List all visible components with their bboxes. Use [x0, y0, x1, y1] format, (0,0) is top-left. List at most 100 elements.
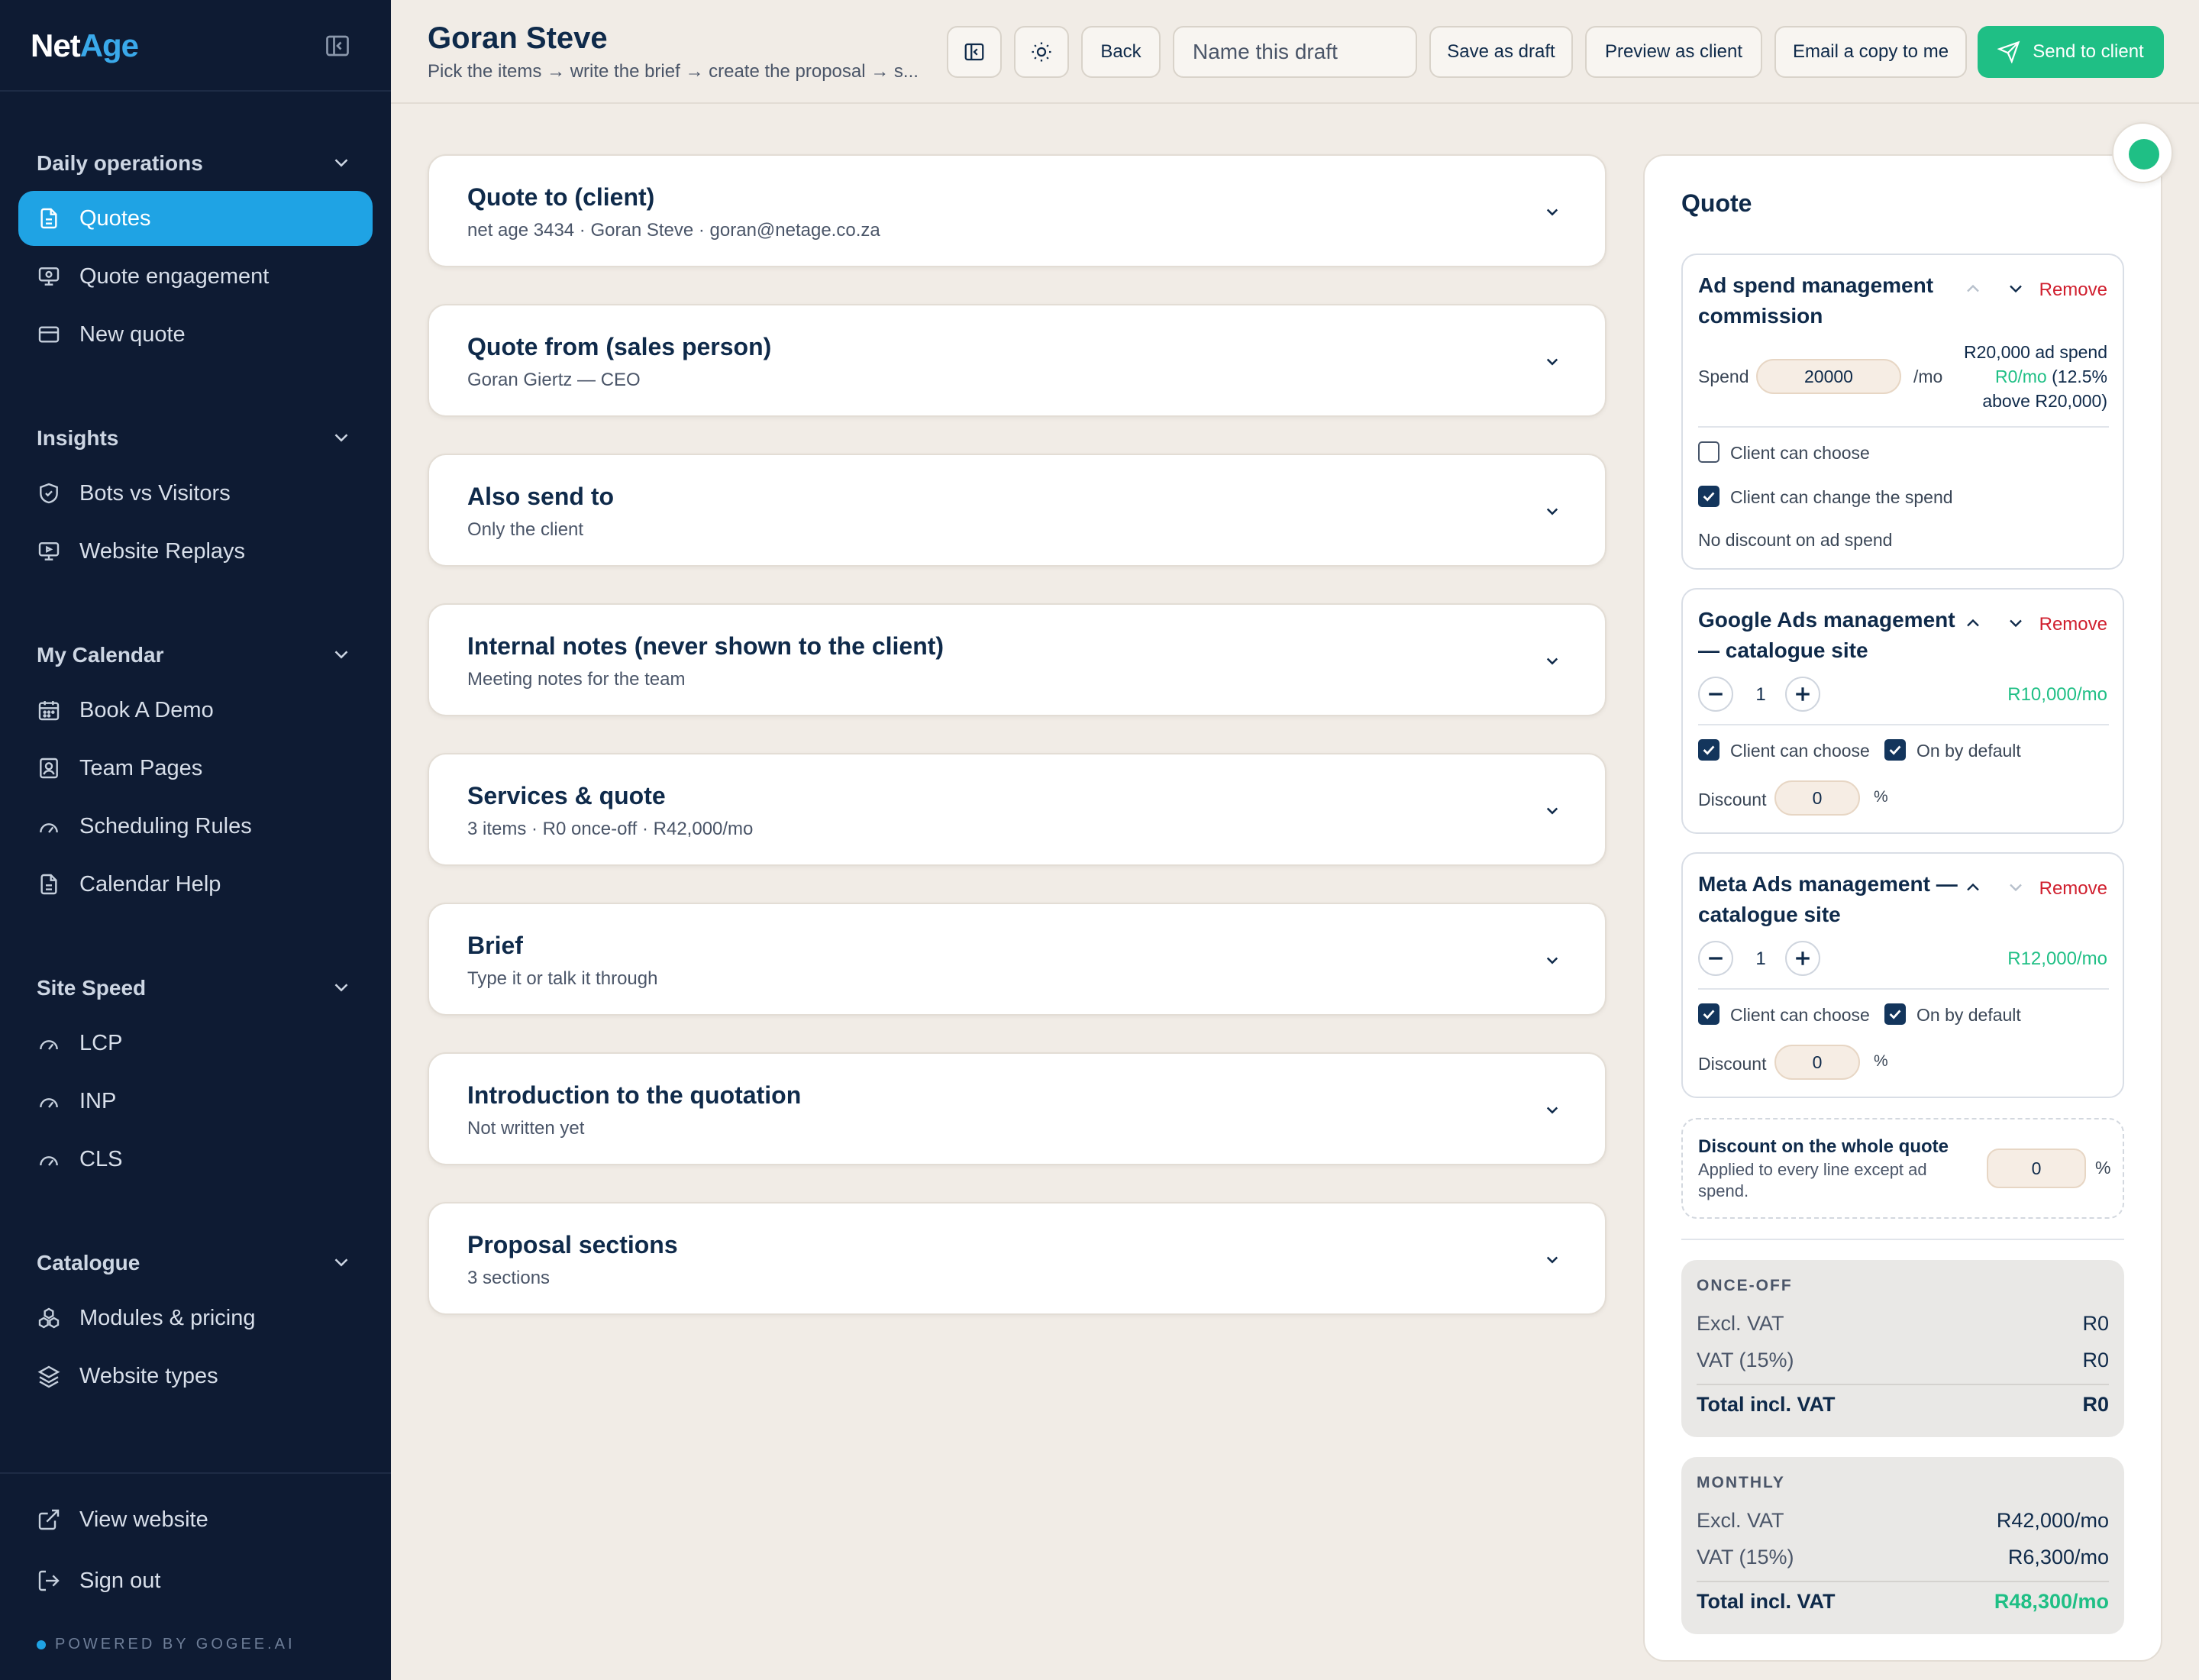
- theme-toggle-button[interactable]: [1014, 26, 1069, 78]
- sidebar-item-inp[interactable]: INP: [18, 1074, 373, 1129]
- group-title-catalogue[interactable]: Catalogue: [37, 1251, 140, 1275]
- increase-quantity-button[interactable]: [1785, 941, 1820, 976]
- chevron-down-icon[interactable]: [1541, 350, 1564, 373]
- client-can-choose-checkbox[interactable]: [1698, 441, 1719, 463]
- sidebar-item-website-types[interactable]: Website types: [18, 1349, 373, 1404]
- status-indicator[interactable]: [2112, 122, 2173, 183]
- chevron-up-icon[interactable]: [1962, 877, 1984, 898]
- logo-text-net: Net: [31, 27, 81, 63]
- chevron-up-icon[interactable]: [1962, 612, 1984, 634]
- sidebar-item-bots-vs-visitors[interactable]: Bots vs Visitors: [18, 466, 373, 521]
- sidebar-item-sign-out[interactable]: Sign out: [18, 1553, 373, 1608]
- whole-discount-title: Discount on the whole quote: [1698, 1136, 1949, 1157]
- chevron-down-icon[interactable]: [330, 151, 353, 174]
- commission-value: R0/mo: [1994, 367, 2047, 386]
- send-button-label: Send to client: [2033, 41, 2144, 62]
- remove-item-button[interactable]: Remove: [2039, 614, 2107, 635]
- card-quote-from[interactable]: Quote from (sales person) Goran Giertz —…: [428, 304, 1606, 417]
- chevron-up-icon[interactable]: [1962, 278, 1984, 299]
- chevron-down-icon[interactable]: [1541, 1098, 1564, 1121]
- send-to-client-button[interactable]: Send to client: [1978, 26, 2164, 78]
- sidebar-item-cls[interactable]: CLS: [18, 1132, 373, 1187]
- preview-as-client-button[interactable]: Preview as client: [1585, 26, 1762, 78]
- chevron-down-icon[interactable]: [330, 643, 353, 666]
- remove-item-button[interactable]: Remove: [2039, 279, 2107, 301]
- excl-vat-row: Excl. VAT R0: [1697, 1312, 2109, 1336]
- card-also-send-to[interactable]: Also send to Only the client: [428, 454, 1606, 567]
- sidebar-item-book-a-demo[interactable]: Book A Demo: [18, 683, 373, 738]
- draft-name-input[interactable]: [1173, 26, 1417, 78]
- card-quote-to[interactable]: Quote to (client) net age 3434 · Goran S…: [428, 154, 1606, 267]
- row-value: R0: [2082, 1312, 2109, 1335]
- card-brief[interactable]: Brief Type it or talk it through: [428, 903, 1606, 1016]
- vat-row: VAT (15%) R6,300/mo: [1697, 1546, 2109, 1569]
- sidebar-item-scheduling-rules[interactable]: Scheduling Rules: [18, 799, 373, 854]
- decrease-quantity-button[interactable]: [1698, 941, 1733, 976]
- sidebar-item-team-pages[interactable]: Team Pages: [18, 741, 373, 796]
- item-title: Google Ads management — catalogue site: [1698, 608, 1955, 662]
- card-internal-notes[interactable]: Internal notes (never shown to the clien…: [428, 603, 1606, 716]
- sidebar-item-modules-pricing[interactable]: Modules & pricing: [18, 1291, 373, 1346]
- checkbox-label: On by default: [1916, 741, 2021, 761]
- chevron-down-icon[interactable]: [2005, 612, 2026, 634]
- back-button[interactable]: Back: [1081, 26, 1161, 78]
- totals-heading: MONTHLY: [1697, 1474, 1785, 1491]
- sidebar-item-calendar-help[interactable]: Calendar Help: [18, 857, 373, 912]
- spend-input[interactable]: [1756, 359, 1901, 394]
- discount-label: Discount: [1698, 790, 1767, 809]
- group-title-site-speed[interactable]: Site Speed: [37, 976, 146, 1000]
- chevron-down-icon[interactable]: [330, 976, 353, 999]
- status-dot-icon: [37, 1640, 46, 1649]
- chevron-down-icon[interactable]: [2005, 877, 2026, 898]
- sidebar-item-lcp[interactable]: LCP: [18, 1016, 373, 1071]
- discount-input[interactable]: [1774, 780, 1860, 816]
- sidebar-item-new-quote[interactable]: New quote: [18, 307, 373, 362]
- increase-quantity-button[interactable]: [1785, 677, 1820, 712]
- client-can-change-spend-checkbox[interactable]: [1698, 486, 1719, 507]
- remove-item-button[interactable]: Remove: [2039, 878, 2107, 900]
- per-month-label: /mo: [1913, 367, 1943, 386]
- chevron-down-icon[interactable]: [1541, 948, 1564, 971]
- card-icon: [38, 326, 60, 343]
- discount-input[interactable]: [1774, 1045, 1860, 1080]
- chevron-down-icon[interactable]: [1541, 200, 1564, 223]
- sidebar-item-website-replays[interactable]: Website Replays: [18, 524, 373, 579]
- status-dot-icon: [2129, 139, 2159, 170]
- group-title-daily-operations[interactable]: Daily operations: [37, 151, 203, 176]
- collapse-sidebar-icon[interactable]: [324, 32, 351, 60]
- row-value: R6,300/mo: [2007, 1546, 2109, 1569]
- on-by-default-checkbox[interactable]: [1884, 739, 1906, 761]
- chevron-down-icon[interactable]: [1541, 799, 1564, 822]
- logo[interactable]: NetAge: [31, 27, 139, 64]
- chevron-down-icon[interactable]: [2005, 278, 2026, 299]
- save-draft-button[interactable]: Save as draft: [1429, 26, 1573, 78]
- quantity-value: 1: [1755, 948, 1766, 969]
- card-introduction[interactable]: Introduction to the quotation Not writte…: [428, 1052, 1606, 1165]
- email-copy-button[interactable]: Email a copy to me: [1774, 26, 1967, 78]
- sidebar-header: NetAge: [0, 0, 391, 92]
- item-price: R12,000/mo: [2007, 948, 2107, 969]
- sidebar-item-quote-engagement[interactable]: Quote engagement: [18, 249, 373, 304]
- client-can-choose-checkbox[interactable]: [1698, 739, 1719, 761]
- sidebar-item-label: New quote: [79, 321, 186, 347]
- presentation-icon: [38, 267, 60, 286]
- on-by-default-checkbox[interactable]: [1884, 1003, 1906, 1025]
- sidebar-item-quotes[interactable]: Quotes: [18, 191, 373, 246]
- chevron-down-icon[interactable]: [1541, 499, 1564, 522]
- whole-discount-input[interactable]: [1987, 1149, 2086, 1188]
- group-title-insights[interactable]: Insights: [37, 426, 118, 451]
- chevron-down-icon[interactable]: [1541, 649, 1564, 672]
- chevron-down-icon[interactable]: [330, 426, 353, 449]
- chevron-down-icon[interactable]: [1541, 1248, 1564, 1271]
- client-can-choose-checkbox[interactable]: [1698, 1003, 1719, 1025]
- card-proposal-sections[interactable]: Proposal sections 3 sections: [428, 1202, 1606, 1315]
- divider: [1697, 1581, 2109, 1582]
- sidebar-item-view-website[interactable]: View website: [18, 1492, 373, 1547]
- card-subtitle: Meeting notes for the team: [467, 669, 686, 690]
- row-label: VAT (15%): [1697, 1349, 1794, 1371]
- group-title-my-calendar[interactable]: My Calendar: [37, 643, 164, 667]
- decrease-quantity-button[interactable]: [1698, 677, 1733, 712]
- toggle-panel-button[interactable]: [947, 26, 1002, 78]
- card-services-quote[interactable]: Services & quote 3 items · R0 once-off ·…: [428, 753, 1606, 866]
- chevron-down-icon[interactable]: [330, 1251, 353, 1274]
